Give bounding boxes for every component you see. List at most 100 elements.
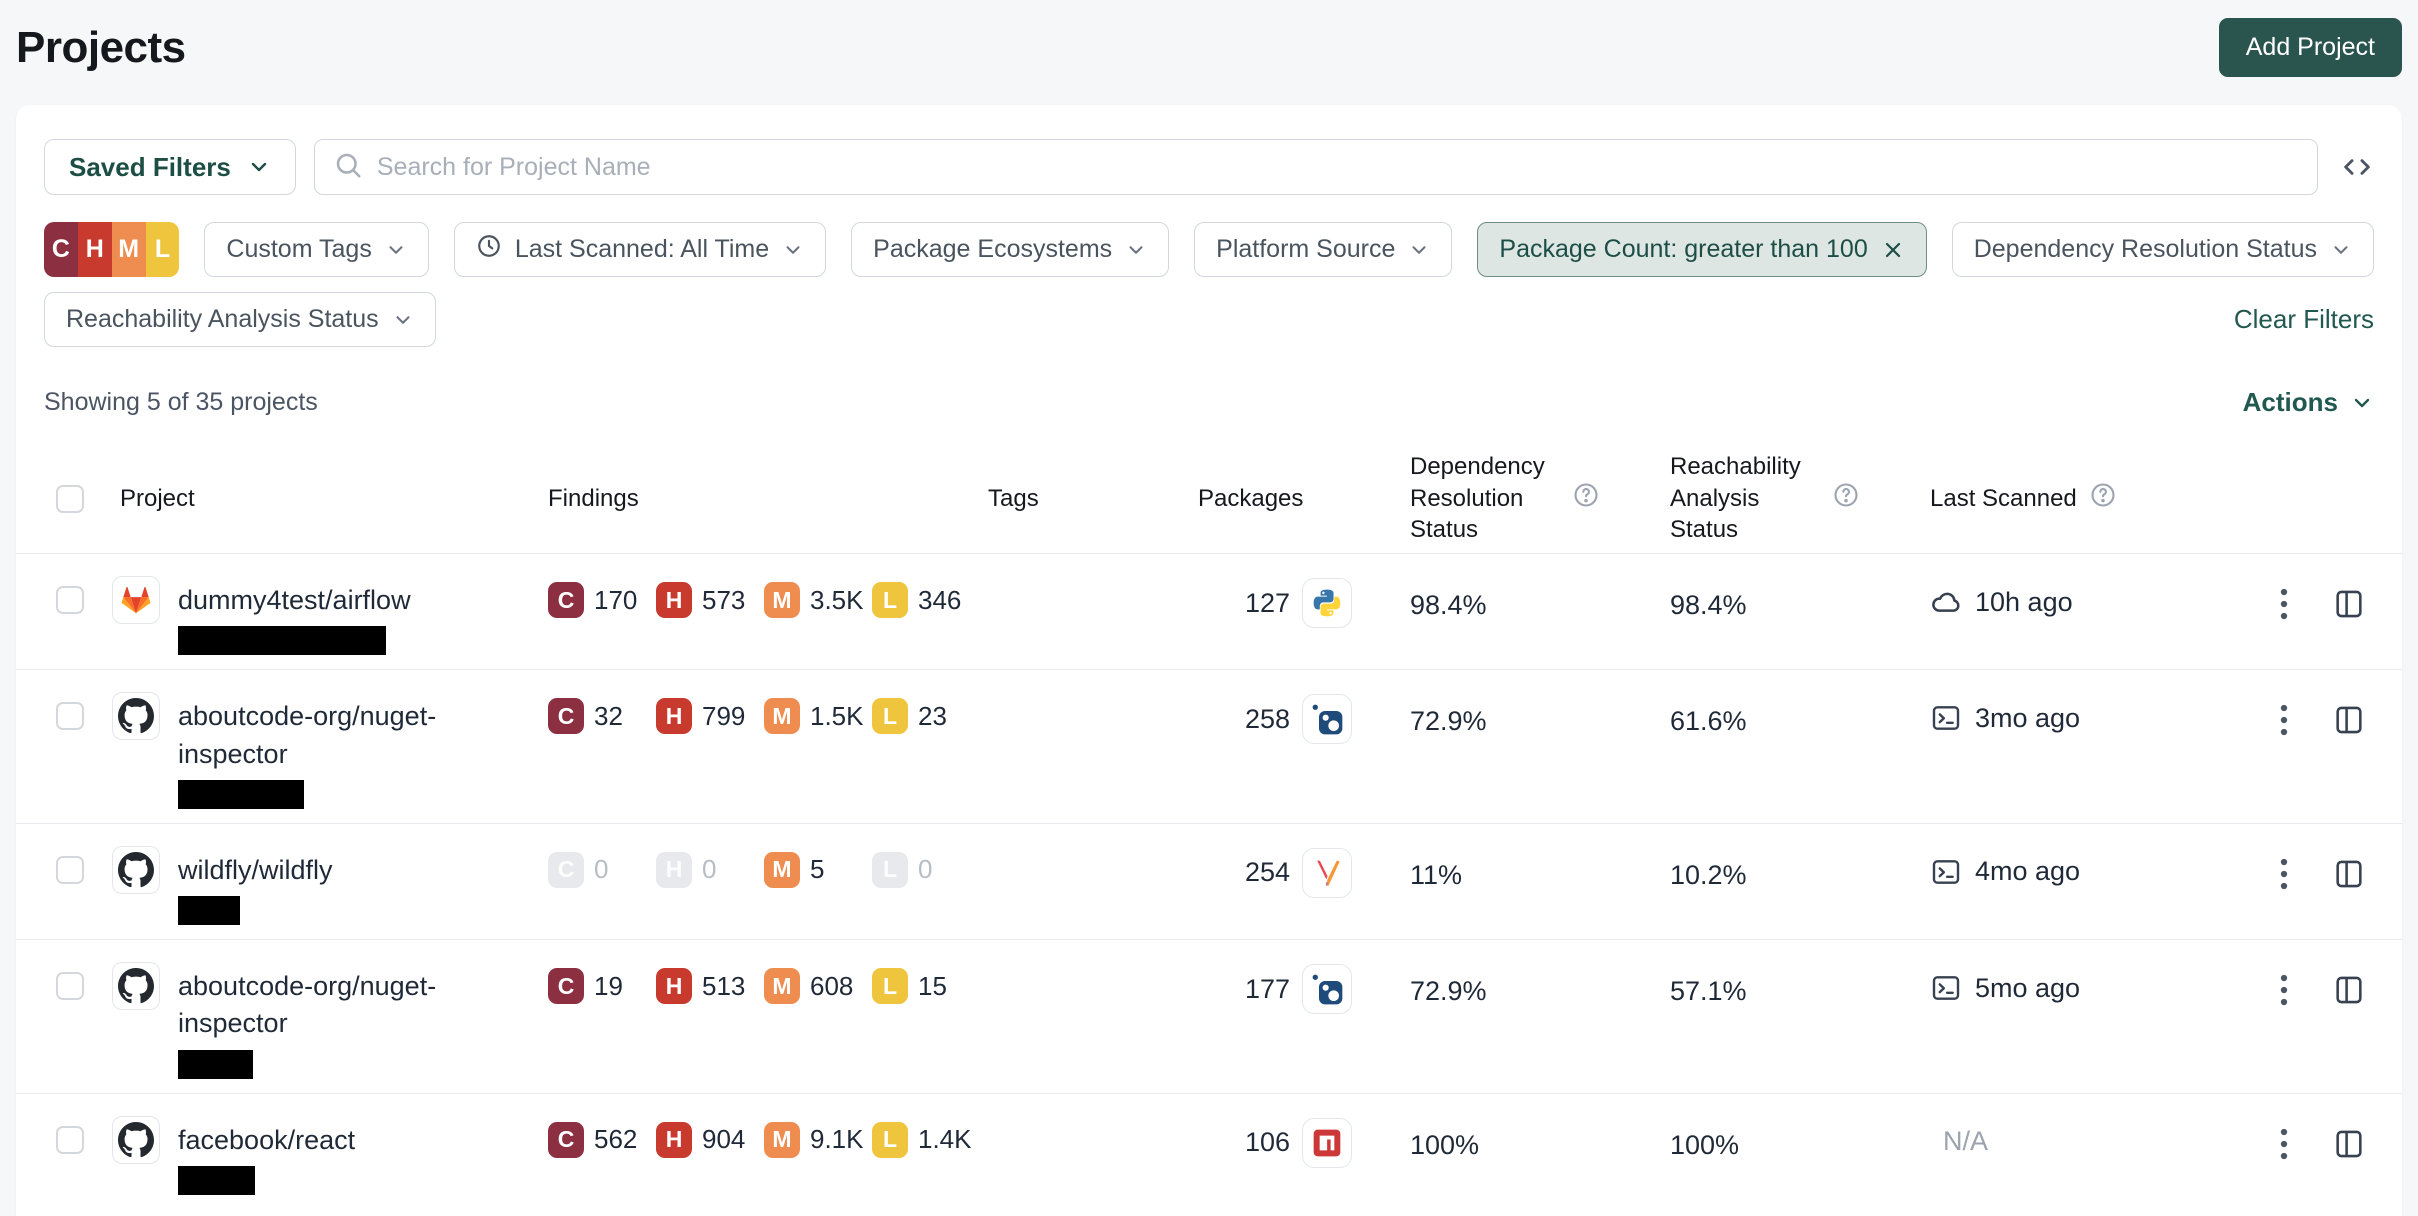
- finding-low[interactable]: L 15: [872, 968, 980, 1004]
- project-name-link[interactable]: wildfly/wildfly: [178, 846, 333, 889]
- finding-medium[interactable]: M 1.5K: [764, 698, 872, 735]
- finding-critical[interactable]: C 170: [548, 582, 656, 618]
- search-icon: [333, 150, 363, 185]
- project-name-link[interactable]: facebook/react: [178, 1116, 355, 1159]
- cloud-icon: [1932, 592, 1960, 612]
- github-icon: [118, 851, 154, 887]
- row-checkbox[interactable]: [56, 1125, 84, 1154]
- finding-critical[interactable]: C 19: [548, 968, 656, 1004]
- remove-filter-icon[interactable]: [1881, 238, 1905, 262]
- finding-low[interactable]: L 0: [872, 851, 980, 888]
- finding-low[interactable]: L 23: [872, 698, 980, 735]
- side-panel-icon[interactable]: [2332, 972, 2366, 1008]
- finding-count: 15: [918, 970, 947, 1001]
- kebab-menu-icon[interactable]: [2278, 702, 2290, 738]
- finding-critical[interactable]: C 562: [548, 1121, 656, 1158]
- dependency-resolution-status-dropdown[interactable]: Dependency Resolution Status: [1951, 222, 2374, 277]
- help-icon[interactable]: [2089, 481, 2117, 516]
- column-header-project[interactable]: Project: [108, 485, 548, 513]
- kebab-menu-icon[interactable]: [2278, 586, 2290, 622]
- finding-critical[interactable]: C 32: [548, 698, 656, 735]
- project-name-link[interactable]: aboutcode-org/nuget-inspector: [178, 692, 490, 773]
- kebab-menu-icon[interactable]: [2278, 1126, 2290, 1162]
- finding-count: 513: [702, 970, 746, 1001]
- kebab-menu-icon[interactable]: [2278, 856, 2290, 892]
- severity-critical-badge: C: [548, 968, 584, 1004]
- custom-tags-dropdown[interactable]: Custom Tags: [204, 222, 429, 277]
- project-search[interactable]: [313, 139, 2318, 195]
- finding-low[interactable]: L 346: [872, 582, 980, 618]
- side-panel-icon[interactable]: [2332, 1126, 2366, 1162]
- severity-high-badge: H: [656, 1121, 692, 1158]
- severity-low-button[interactable]: L: [145, 222, 180, 277]
- select-all-checkbox[interactable]: [56, 484, 84, 513]
- project-name-link[interactable]: dummy4test/airflow: [178, 576, 411, 619]
- finding-high[interactable]: H 799: [656, 698, 764, 735]
- severity-low-badge: L: [872, 698, 908, 735]
- finding-count: 9.1K: [810, 1124, 864, 1154]
- help-icon[interactable]: [1572, 481, 1600, 516]
- severity-high-button[interactable]: H: [77, 222, 112, 277]
- code-view-icon[interactable]: [2340, 150, 2374, 184]
- column-header-last-scanned[interactable]: Last Scanned: [1918, 481, 2208, 516]
- actions-dropdown[interactable]: Actions: [2243, 387, 2374, 418]
- column-header-packages[interactable]: Packages: [1198, 485, 1398, 513]
- row-checkbox[interactable]: [56, 855, 84, 884]
- row-actions-cell: [2208, 692, 2378, 738]
- finding-high[interactable]: H 513: [656, 968, 764, 1004]
- search-row: Saved Filters: [44, 139, 2374, 195]
- finding-count: 170: [594, 584, 638, 615]
- finding-medium[interactable]: M 9.1K: [764, 1121, 872, 1158]
- finding-critical[interactable]: C 0: [548, 851, 656, 888]
- findings-cell: C 562 H 904 M 9.1K L 1.4K: [548, 1116, 988, 1158]
- side-panel-icon[interactable]: [2332, 586, 2366, 622]
- severity-low-badge: L: [872, 851, 908, 888]
- finding-high[interactable]: H 904: [656, 1121, 764, 1158]
- project-name-link[interactable]: aboutcode-org/nuget-inspector: [178, 962, 490, 1043]
- saved-filters-label: Saved Filters: [69, 151, 231, 182]
- finding-medium[interactable]: M 608: [764, 968, 872, 1004]
- add-project-button[interactable]: Add Project: [2218, 18, 2402, 77]
- severity-critical-badge: C: [548, 1121, 584, 1158]
- finding-medium[interactable]: M 3.5K: [764, 582, 872, 618]
- help-icon[interactable]: [1832, 481, 1860, 516]
- chevron-down-icon: [1125, 239, 1147, 261]
- side-panel-icon[interactable]: [2332, 856, 2366, 892]
- finding-low[interactable]: L 1.4K: [872, 1121, 980, 1158]
- row-checkbox[interactable]: [56, 972, 84, 1000]
- custom-tags-label: Custom Tags: [226, 235, 372, 263]
- row-checkbox[interactable]: [56, 702, 84, 731]
- last-scanned-dropdown[interactable]: Last Scanned: All Time: [453, 222, 827, 277]
- showing-count-text: Showing 5 of 35 projects: [44, 388, 318, 416]
- packages-cell: 254: [1198, 846, 1398, 898]
- page-header: Projects Add Project: [16, 0, 2402, 77]
- column-header-reachability-analysis[interactable]: Reachability Analysis Status: [1658, 451, 1918, 546]
- finding-high[interactable]: H 573: [656, 582, 764, 618]
- column-header-findings[interactable]: Findings: [548, 485, 988, 513]
- kebab-menu-icon[interactable]: [2278, 972, 2290, 1008]
- severity-medium-button[interactable]: M: [111, 222, 146, 277]
- row-checkbox[interactable]: [56, 586, 84, 614]
- package-count-active-filter[interactable]: Package Count: greater than 100: [1477, 222, 1927, 277]
- github-icon: [118, 968, 154, 1004]
- severity-critical-button[interactable]: C: [44, 222, 78, 277]
- saved-filters-dropdown[interactable]: Saved Filters: [44, 139, 296, 195]
- platform-source-dropdown[interactable]: Platform Source: [1194, 222, 1453, 277]
- severity-critical-badge: C: [548, 582, 584, 618]
- table-row: dummy4test/airflow C 170 H 573 M 3.5K L …: [16, 554, 2402, 669]
- clear-filters-link[interactable]: Clear Filters: [2234, 304, 2374, 335]
- finding-high[interactable]: H 0: [656, 851, 764, 888]
- severity-critical-badge: C: [548, 698, 584, 735]
- column-header-tags[interactable]: Tags: [988, 485, 1198, 513]
- package-ecosystems-dropdown[interactable]: Package Ecosystems: [851, 222, 1170, 277]
- table-row: aboutcode-org/nuget-inspector C 32 H 799: [16, 669, 2402, 823]
- last-scanned-value: 4mo ago: [1975, 856, 2081, 887]
- last-scanned-value: 3mo ago: [1975, 702, 2081, 733]
- search-input[interactable]: [376, 152, 2299, 182]
- project-cell: aboutcode-org/nuget-inspector: [108, 692, 548, 809]
- finding-medium[interactable]: M 5: [764, 851, 872, 888]
- column-header-dependency-resolution[interactable]: Dependency Resolution Status: [1398, 451, 1658, 546]
- source-platform-icon: [112, 845, 160, 894]
- reachability-analysis-status-dropdown[interactable]: Reachability Analysis Status: [44, 292, 436, 347]
- side-panel-icon[interactable]: [2332, 702, 2366, 738]
